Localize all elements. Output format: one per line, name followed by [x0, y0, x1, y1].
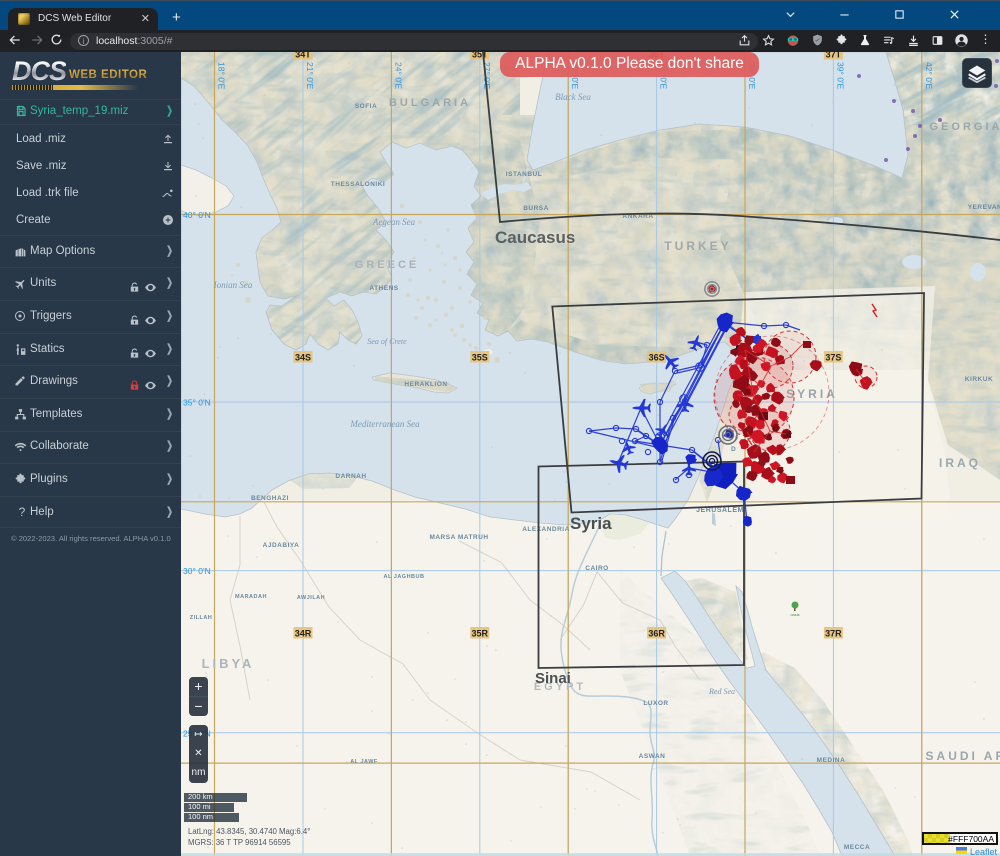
svg-text:35T: 35T	[472, 52, 488, 60]
svg-text:IRAQ: IRAQ	[939, 456, 981, 470]
svg-text:GREECE: GREECE	[355, 259, 419, 271]
svg-text:oasis: oasis	[790, 612, 799, 617]
svg-text:SOFIA: SOFIA	[355, 103, 377, 110]
svg-text:35R: 35R	[472, 629, 489, 639]
svg-text:ATHENS: ATHENS	[369, 285, 398, 292]
svg-text:36S: 36S	[649, 353, 665, 363]
svg-text:LIBYA: LIBYA	[202, 656, 255, 671]
svg-text:37S: 37S	[825, 353, 841, 363]
svg-text:Sea of Crete: Sea of Crete	[367, 337, 407, 346]
svg-text:42° 0'E: 42° 0'E	[924, 62, 934, 90]
svg-text:MARADAH: MARADAH	[235, 594, 267, 600]
svg-text:THESSALONIKI: THESSALONIKI	[331, 181, 385, 188]
svg-text:BULGARIA: BULGARIA	[389, 97, 471, 109]
svg-text:HERAKLION: HERAKLION	[404, 381, 447, 388]
svg-text:MARSA MATRUH: MARSA MATRUH	[429, 534, 488, 541]
svg-text:CAIRO: CAIRO	[585, 565, 608, 572]
svg-text:ZILLAH: ZILLAH	[190, 615, 213, 621]
svg-text:Ionian Sea: Ionian Sea	[213, 280, 253, 290]
svg-text:AL JAGHBUB: AL JAGHBUB	[384, 574, 425, 580]
svg-text:Syria: Syria	[570, 514, 612, 533]
svg-text:SAUDI ARABIA: SAUDI ARABIA	[926, 749, 1000, 763]
svg-text:KIRKUK: KIRKUK	[965, 376, 993, 383]
svg-text:37R: 37R	[825, 629, 842, 639]
svg-text:AWJILAH: AWJILAH	[297, 595, 325, 601]
svg-text:BURSA: BURSA	[523, 205, 549, 212]
svg-text:34S: 34S	[295, 353, 311, 363]
svg-text:AL JAWF: AL JAWF	[350, 759, 378, 765]
svg-text:35° 0'N: 35° 0'N	[183, 398, 211, 408]
svg-text:BENGHAZI: BENGHAZI	[251, 495, 289, 502]
svg-text:LUXOR: LUXOR	[643, 700, 668, 707]
svg-text:Mediterranean Sea: Mediterranean Sea	[349, 419, 420, 429]
svg-text:36R: 36R	[648, 629, 665, 639]
svg-text:ASWAN: ASWAN	[639, 753, 666, 760]
svg-text:DARNAH: DARNAH	[335, 473, 366, 480]
svg-text:39° 0'E: 39° 0'E	[835, 62, 845, 90]
svg-text:35S: 35S	[472, 353, 488, 363]
svg-text:40° 0'N: 40° 0'N	[183, 210, 211, 220]
svg-text:MEDINA: MEDINA	[817, 757, 846, 764]
svg-text:AJDABIYA: AJDABIYA	[263, 542, 300, 549]
svg-text:Black Sea: Black Sea	[555, 92, 591, 102]
svg-text:YEREVAN: YEREVAN	[968, 204, 1000, 211]
svg-text:21° 0'E: 21° 0'E	[305, 62, 315, 90]
svg-text:MECCA: MECCA	[844, 844, 870, 851]
svg-text:30° 0'N: 30° 0'N	[183, 566, 211, 576]
svg-text:Caucasus: Caucasus	[495, 228, 575, 247]
svg-text:34R: 34R	[295, 629, 312, 639]
svg-text:ISTANBUL: ISTANBUL	[506, 171, 542, 178]
svg-text:34T: 34T	[295, 52, 311, 60]
svg-text:ALEXANDRIA: ALEXANDRIA	[522, 526, 570, 533]
svg-text:GEORGIA: GEORGIA	[930, 121, 1000, 133]
svg-text:24° 0'E: 24° 0'E	[393, 62, 403, 90]
svg-text:Aegean Sea: Aegean Sea	[372, 217, 416, 227]
svg-text:37T: 37T	[826, 52, 842, 60]
svg-text:Red Sea: Red Sea	[708, 687, 735, 696]
svg-text:Sinai: Sinai	[535, 670, 571, 687]
svg-text:18° 0'E: 18° 0'E	[217, 62, 227, 90]
svg-text:D: D	[731, 446, 736, 453]
svg-text:TURKEY: TURKEY	[664, 239, 731, 253]
